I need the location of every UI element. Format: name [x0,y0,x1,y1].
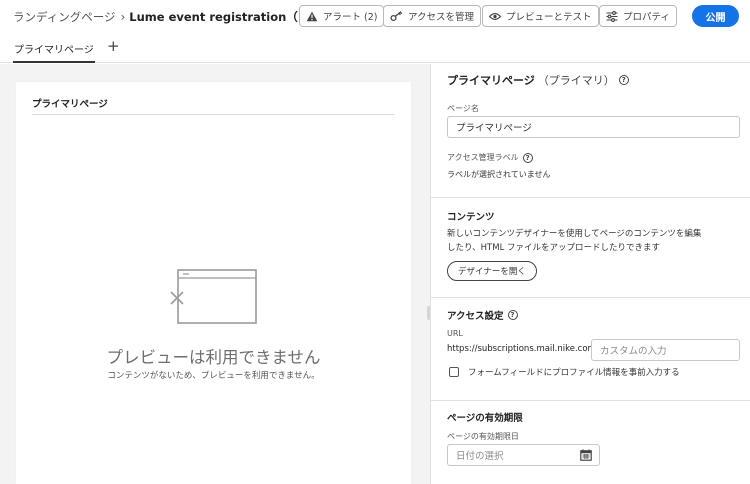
empty-preview-icon [170,269,257,324]
open-designer-button[interactable]: デザイナーを開く [447,261,537,281]
properties-label: プロパティ [623,12,670,23]
section-divider [431,197,750,198]
content-heading: コンテンツ [447,212,495,223]
page-name-label: ページ名 [447,104,479,113]
custom-url-input[interactable]: カスタムの入力 [591,339,740,361]
preview-card-divider [32,114,395,115]
sliders-icon [606,10,618,22]
prefill-checkbox[interactable] [449,367,459,377]
expiry-date-label: ページの有効期限日 [447,432,519,441]
properties-panel: プライマリページ （プライマリ） ? ページ名 プライマリページ アクセス管理ラ… [430,64,750,484]
alerts-button[interactable]: アラート (2) [299,5,385,27]
preview-card: プライマリページ プレビューは利用できません コンテンツがないため、プレビューを… [16,82,411,484]
preview-test-label: プレビューとテスト [506,12,592,23]
manage-access-label: アクセスを管理 [408,12,475,23]
preview-test-button[interactable]: プレビューとテスト [482,5,599,27]
access-label-heading: アクセス管理ラベル ? [447,152,533,163]
tab-primary-page[interactable]: プライマリページ [13,41,95,63]
access-settings-title: アクセス設定 [447,311,504,322]
prefill-label: フォームフィールドにプロファイル情報を事前入力する [468,368,680,378]
key-icon [390,10,403,21]
prefill-checkbox-row[interactable]: フォームフィールドにプロファイル情報を事前入力する [449,366,680,378]
page-tabs: プライマリページ + [0,36,750,63]
help-icon[interactable]: ? [618,75,629,85]
section-divider [431,297,750,298]
breadcrumb-separator: › [120,10,126,24]
panel-title-text: プライマリページ [447,74,535,87]
empty-preview-subtitle: コンテンツがないため、プレビューを利用できません。 [107,371,320,381]
page-name-field[interactable]: プライマリページ [447,116,740,138]
add-page-icon[interactable]: + [107,37,120,55]
url-label: URL [447,329,463,338]
expiry-heading: ページの有効期限 [447,413,523,424]
access-settings-help-icon[interactable]: ? [507,310,518,320]
access-label-text: アクセス管理ラベル [447,153,519,162]
app-header: ランディングページ › Lume event registration（ドラフト… [0,0,750,34]
panel-title-sub: （プライマリ） [537,74,615,87]
panel-title: プライマリページ （プライマリ） ? [447,72,629,88]
preview-card-title: プライマリページ [32,99,108,110]
manage-access-button[interactable]: アクセスを管理 [383,5,482,27]
access-settings-heading: アクセス設定 ? [447,308,518,322]
alerts-label: アラート (2) [323,12,378,23]
access-label-note: ラベルが選択されていません [447,170,551,179]
url-prefix: https://subscriptions.mail.nike.com/lp/ [447,344,610,354]
access-help-icon[interactable]: ? [522,152,533,163]
expiry-date-input[interactable]: 日付の選択 [447,444,573,466]
empty-preview-title: プレビューは利用できません [106,348,321,367]
calendar-icon [579,449,592,461]
properties-button[interactable]: プロパティ [599,5,677,27]
alert-icon [306,11,318,21]
breadcrumb-landing-pages[interactable]: ランディングページ [13,9,115,25]
content-description: 新しいコンテンツデザイナーを使用してページのコンテンツを編集 したり、HTML … [447,227,747,255]
section-divider [431,400,750,401]
eye-icon [489,12,501,20]
publish-button[interactable]: 公開 [692,5,739,27]
content-description-line1: 新しいコンテンツデザイナーを使用してページのコンテンツを編集 [447,229,702,239]
content-description-line2: したり、HTML ファイルをアップロードしたりできます [447,243,661,253]
calendar-button[interactable] [572,444,600,466]
